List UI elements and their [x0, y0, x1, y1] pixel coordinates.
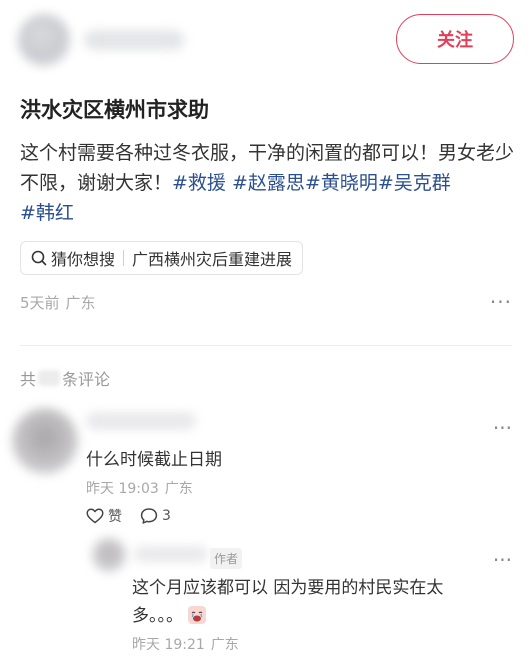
divider: [20, 345, 512, 346]
reply-button[interactable]: 3: [140, 507, 171, 525]
search-icon: [31, 250, 47, 266]
hashtag[interactable]: #韩红: [20, 202, 74, 224]
author-reply-name-blurred[interactable]: [134, 546, 208, 562]
post-location: 广东: [65, 294, 96, 312]
reply-count: 3: [162, 508, 171, 524]
comment-text: 什么时候截止日期: [86, 450, 222, 470]
hashtag[interactable]: #救援: [172, 172, 226, 194]
post-meta: 5天前 广东 ···: [20, 292, 512, 316]
author-avatar[interactable]: [18, 14, 70, 66]
comment-time: 昨天 19:03: [86, 481, 159, 497]
search-chip-query: 广西横州灾后重建进展: [132, 250, 293, 269]
comment-count-blurred: [38, 370, 61, 386]
like-button[interactable]: 赞: [86, 506, 122, 526]
like-label: 赞: [108, 509, 122, 525]
hashtag[interactable]: #赵露思: [232, 172, 305, 194]
post-title: 洪水灾区横州市求助: [20, 98, 209, 122]
comment-count-prefix: 共: [20, 370, 37, 389]
comment-count: 共 条评论: [20, 366, 110, 390]
post-body: 这个村需要各种过冬衣服，干净的闲置的都可以！男女老少不限，谢谢大家！#救援 #赵…: [20, 138, 516, 228]
hashtag[interactable]: #黄晓明: [305, 172, 378, 194]
more-dots-icon[interactable]: ···: [493, 548, 512, 572]
crying-face-icon: [187, 605, 207, 634]
more-dots-icon[interactable]: ···: [493, 416, 512, 440]
search-chip-prefix: 猜你想搜: [51, 250, 116, 269]
commenter-name-blurred[interactable]: [86, 412, 196, 430]
post-header: 关注: [18, 8, 514, 74]
hashtag[interactable]: #吴克群: [378, 172, 451, 194]
comment-count-suffix: 条评论: [62, 370, 111, 389]
author-reply-avatar[interactable]: [92, 538, 126, 572]
author-name-blurred[interactable]: [84, 30, 184, 50]
reply-meta: 昨天 19:21 广东: [132, 634, 239, 654]
reply-time: 昨天 19:21: [132, 637, 205, 653]
reply-location: 广东: [210, 637, 239, 653]
post-time: 5天前: [20, 294, 60, 312]
author-badge: 作者: [210, 548, 243, 569]
comment-meta: 昨天 19:03 广东: [86, 478, 193, 498]
heart-icon: [86, 508, 104, 524]
search-suggestion-chip[interactable]: 猜你想搜 广西横州灾后重建进展: [20, 241, 304, 275]
reply-text-content: 这个月应该都可以 因为要用的村民实在太多。。。: [132, 578, 444, 626]
reply-text: 这个月应该都可以 因为要用的村民实在太多。。。: [132, 574, 492, 634]
chip-divider: [123, 250, 125, 266]
comment-bubble-icon: [140, 508, 158, 524]
comment-location: 广东: [164, 481, 193, 497]
more-dots-icon[interactable]: ···: [490, 292, 512, 312]
commenter-avatar[interactable]: [12, 408, 78, 474]
follow-button[interactable]: 关注: [396, 14, 514, 64]
comment-actions: 赞 3: [86, 506, 171, 526]
